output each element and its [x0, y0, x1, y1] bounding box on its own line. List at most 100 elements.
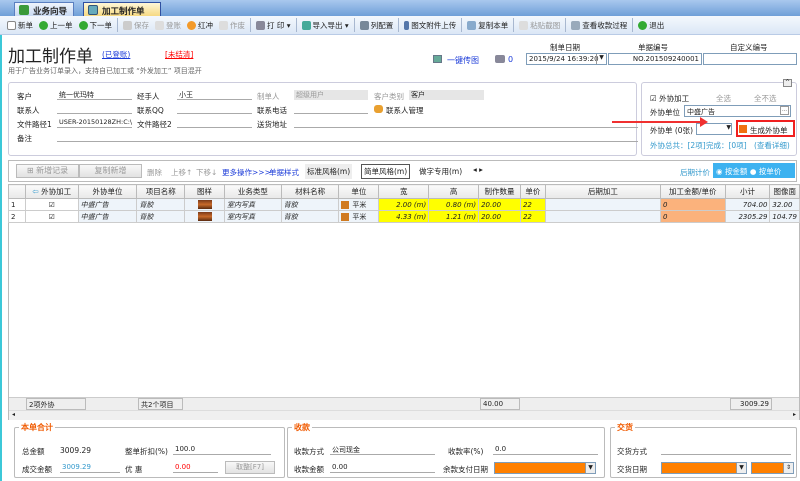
column-header[interactable]: 业务类型 [223, 184, 282, 199]
cell-price[interactable]: 22 [519, 198, 546, 211]
ellipsis-icon[interactable]: … [780, 106, 789, 115]
more-actions-link[interactable]: 更多操作>>> [222, 167, 271, 178]
column-header[interactable]: 材料名称 [280, 184, 340, 199]
contact-field[interactable] [57, 104, 132, 114]
upload-attachment-button[interactable]: 图文附件上传 [401, 17, 459, 33]
note-field[interactable] [57, 132, 638, 142]
outsource-unit-field[interactable]: 中盛广告… [684, 105, 791, 117]
due-date-picker[interactable]: ▼ [494, 462, 596, 474]
horizontal-scrollbar[interactable]: ◂ ▸ [9, 410, 799, 420]
add-record-button[interactable]: ⊞ 新增记录 [16, 164, 79, 178]
cell-uom[interactable]: 平米 [338, 198, 380, 211]
cell-post[interactable] [544, 198, 661, 211]
chevron-down-icon[interactable]: ▼ [596, 54, 606, 64]
cell-img2[interactable]: 104.79 [769, 210, 800, 223]
spinner-icon[interactable]: ⇕ [783, 463, 793, 473]
reverse-button[interactable]: 红冲 [184, 17, 216, 33]
doc-style-link[interactable]: 单据样式 [269, 167, 299, 178]
cell-sub[interactable]: 704.00 [724, 198, 771, 211]
customer-field[interactable]: 统一优玛特 [57, 90, 132, 100]
cell-mat[interactable]: 背胶 [280, 198, 340, 211]
column-header[interactable]: ⇦ 外协加工 [24, 184, 79, 199]
select-all-button[interactable]: 全选 [716, 93, 731, 104]
column-header[interactable]: 宽 [378, 184, 430, 199]
column-header[interactable]: 项目名称 [136, 184, 186, 199]
view-detail-link[interactable]: (查看详细) [754, 140, 790, 151]
number-field[interactable]: NO.201509240001 [608, 53, 702, 65]
cell-h[interactable]: 0.80 (m) [428, 198, 480, 211]
delivery-method-field[interactable] [661, 445, 791, 455]
thumbnail-image[interactable] [197, 200, 212, 209]
cell-n[interactable]: 2 [8, 210, 26, 223]
move-down-button[interactable]: 下移↓ [196, 167, 217, 178]
style-standard-tab[interactable]: 标准风格(m) [305, 164, 353, 179]
column-header[interactable]: 加工金额/单价 [659, 184, 726, 199]
prev-button[interactable]: 上一单 [36, 17, 76, 33]
tab-processing-order[interactable]: 加工制作单 [83, 2, 161, 17]
cell-img[interactable] [184, 210, 225, 223]
deselect-all-button[interactable]: 全不选 [754, 93, 777, 104]
cell-img[interactable] [184, 198, 225, 211]
discount-field[interactable]: 100.0 [173, 445, 271, 455]
column-config-button[interactable]: 列配置 [357, 17, 397, 33]
new-button[interactable]: 新单 [4, 17, 36, 33]
cell-amt[interactable]: 0 [659, 198, 726, 211]
radio-by-unit[interactable]: ● 按单价 [750, 167, 781, 176]
cell-sub[interactable]: 2305.29 [724, 210, 771, 223]
cell-amt[interactable]: 0 [659, 210, 726, 223]
table-row[interactable]: 1 ☑ 中盛广告 背胶 室内写真 背胶 平米 2.00 (m) 0.80 (m) 20.00 22 0… [8, 198, 800, 211]
column-header[interactable]: 图样 [184, 184, 225, 199]
contact-manager-link[interactable]: 联系人管理 [386, 105, 424, 116]
one-click-upload-link[interactable]: 一键传图 [447, 55, 479, 66]
save-button[interactable]: 保存 [120, 17, 152, 33]
payment-method-field[interactable]: 公司现金 [330, 445, 435, 455]
posted-status-link[interactable]: (已登账) [102, 49, 130, 60]
collapse-icon[interactable]: ^ [783, 79, 792, 87]
copy-add-button[interactable]: 复制新增 [79, 164, 142, 178]
custom-number-field[interactable] [703, 53, 797, 65]
cell-h[interactable]: 1.21 (m) [428, 210, 480, 223]
void-button[interactable]: 作废 [216, 17, 248, 33]
radio-by-amount[interactable]: ◉ 按金额 [716, 167, 747, 176]
column-header[interactable] [8, 184, 26, 199]
cell-n[interactable]: 1 [8, 198, 26, 211]
cell-unit[interactable]: 中盛广告 [77, 210, 138, 223]
column-header[interactable]: 后期加工 [544, 184, 661, 199]
phone-field[interactable] [294, 104, 368, 114]
scroll-right-icon[interactable]: ▸ [793, 411, 796, 418]
thumbnail-image[interactable] [197, 212, 212, 221]
cell-w[interactable]: 4.33 (m) [378, 210, 430, 223]
style-word-tab[interactable]: 做字专用(m) [419, 166, 462, 177]
print-button[interactable]: 打 印 ▾ [253, 17, 294, 33]
table-row[interactable]: 2 ☑ 中盛广告 背胶 室内写真 背胶 平米 4.33 (m) 1.21 (m) 20.00 22 0… [8, 210, 800, 223]
column-header[interactable]: 图像面 [769, 184, 800, 199]
payment-amount-field[interactable]: 0.00 [330, 463, 435, 473]
scroll-left-icon[interactable]: ◂ [12, 411, 15, 418]
exit-button[interactable]: 退出 [635, 17, 667, 33]
date-picker[interactable]: 2015/9/24 16:39:20 ▼ [526, 53, 607, 65]
handler-field[interactable]: 小王 [177, 90, 252, 100]
cell-item[interactable]: 背胶 [136, 198, 186, 211]
tab-scroll-right-icon[interactable]: ◂ ▸ [473, 165, 483, 174]
payment-rate-field[interactable]: 0.0 [493, 445, 598, 455]
outsource-checkbox[interactable]: ☑ 外协加工 [650, 93, 689, 104]
column-header[interactable]: 外协单位 [77, 184, 138, 199]
cell-qty[interactable]: 20.00 [478, 210, 521, 223]
cell-w[interactable]: 2.00 (m) [378, 198, 430, 211]
column-header[interactable]: 制作数量 [478, 184, 521, 199]
outsource-checkbox[interactable]: ☑ [24, 198, 79, 211]
unsettled-status[interactable]: [未结清] [165, 49, 193, 60]
round-button[interactable]: 取整[F7] [225, 461, 275, 474]
delivery-date-picker[interactable]: ▼ [661, 462, 747, 474]
paste-screenshot-button[interactable]: 粘贴截图 [516, 17, 563, 33]
cell-uom[interactable]: 平米 [338, 210, 380, 223]
qq-field[interactable] [177, 104, 252, 114]
copy-order-button[interactable]: 复制本单 [464, 17, 511, 33]
tab-business-guide[interactable]: 业务向导 [14, 2, 75, 17]
import-export-button[interactable]: 导入导出 ▾ [299, 17, 352, 33]
column-header[interactable]: 单位 [338, 184, 380, 199]
next-button[interactable]: 下一单 [76, 17, 116, 33]
cell-type[interactable]: 室内写真 [223, 210, 282, 223]
cell-post[interactable] [544, 210, 661, 223]
post-button[interactable]: 登账 [152, 17, 184, 33]
